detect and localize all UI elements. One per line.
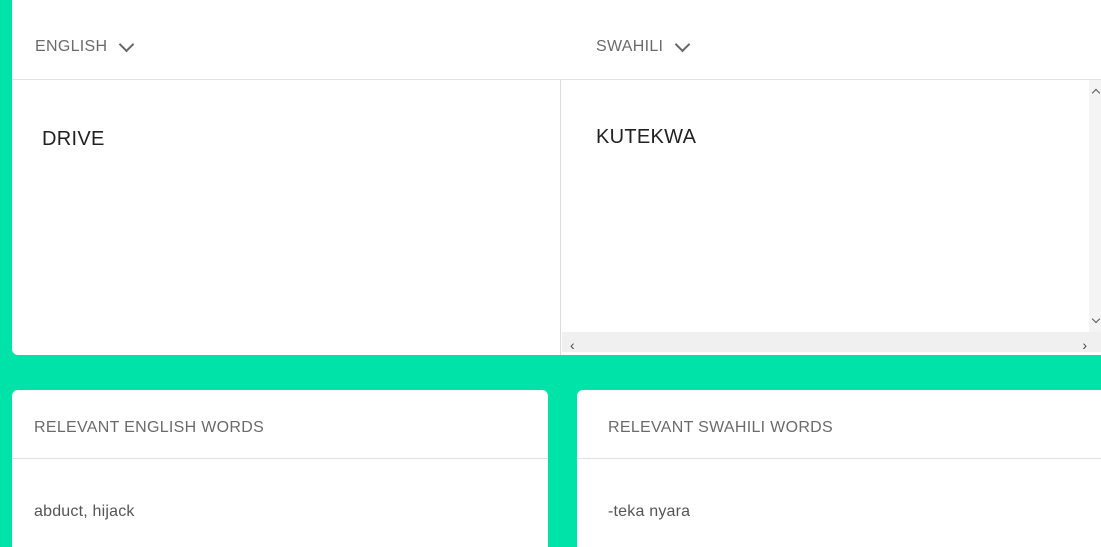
- scroll-down-icon[interactable]: [1091, 314, 1101, 324]
- target-language-label: SWAHILI: [596, 38, 664, 55]
- horizontal-scrollbar[interactable]: ‹ ›: [562, 332, 1101, 352]
- chevron-down-icon: [119, 36, 135, 52]
- relevant-swahili-words: -teka nyara: [608, 503, 691, 520]
- scroll-right-icon[interactable]: ›: [1082, 338, 1087, 352]
- relevant-english-header: RELEVANT ENGLISH WORDS: [12, 390, 548, 459]
- relevant-swahili-title: RELEVANT SWAHILI WORDS: [608, 419, 834, 436]
- scroll-up-icon[interactable]: [1091, 88, 1101, 98]
- relevant-english-title: RELEVANT ENGLISH WORDS: [34, 419, 265, 436]
- translation-output: KUTEKWA ‹ ›: [562, 80, 1101, 355]
- relevant-swahili-header: RELEVANT SWAHILI WORDS: [577, 390, 1101, 459]
- vertical-scrollbar[interactable]: [1089, 80, 1101, 332]
- scroll-left-icon[interactable]: ‹: [570, 338, 575, 352]
- target-language-select[interactable]: SWAHILI: [596, 36, 691, 56]
- translator-card: ENGLISH SWAHILI DRIVE KUTEKWA ‹ ›: [12, 0, 1101, 355]
- relevant-english-card: RELEVANT ENGLISH WORDS abduct, hijack: [12, 390, 548, 547]
- language-bar: ENGLISH SWAHILI: [12, 0, 1101, 80]
- source-language-select[interactable]: ENGLISH: [35, 36, 135, 56]
- translated-text: KUTEKWA: [596, 126, 697, 148]
- source-language-label: ENGLISH: [35, 38, 108, 55]
- source-text-area[interactable]: DRIVE: [12, 80, 561, 355]
- chevron-down-icon: [675, 36, 691, 52]
- relevant-english-words: abduct, hijack: [34, 503, 135, 520]
- source-text: DRIVE: [42, 128, 105, 150]
- relevant-swahili-card: RELEVANT SWAHILI WORDS -teka nyara: [577, 390, 1101, 547]
